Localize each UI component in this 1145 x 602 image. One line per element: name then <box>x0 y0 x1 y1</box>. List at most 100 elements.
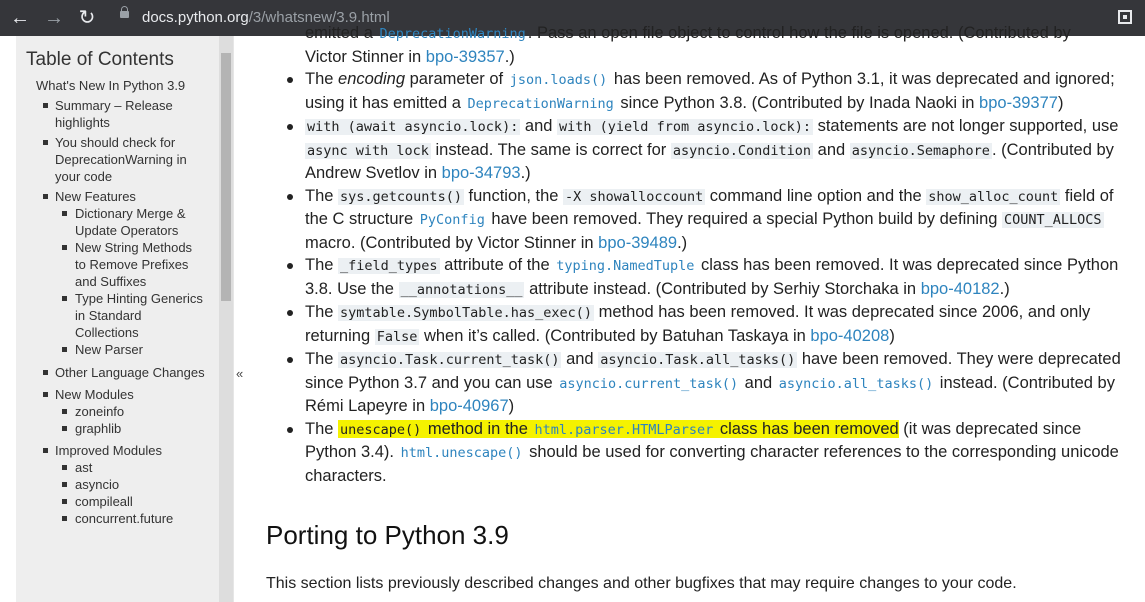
bpo-link[interactable]: bpo-40182 <box>921 280 1000 298</box>
bpo-link[interactable]: bpo-39489 <box>598 234 677 252</box>
inline-code: asyncio.Task.all_tasks() <box>598 352 798 368</box>
toc-subitem[interactable]: New Parser <box>55 341 206 358</box>
bpo-link[interactable]: bpo-40967 <box>430 397 509 415</box>
section-paragraph: This section lists previously described … <box>266 575 1017 592</box>
text-run: The <box>305 419 339 438</box>
inline-code: asyncio.Condition <box>670 142 814 159</box>
text-run: . Pass an open file object to control ho… <box>527 24 1071 42</box>
text-run: attribute instead. (Contributed by Serhi… <box>524 279 921 298</box>
inline-code: with (await asyncio.lock): <box>305 119 521 135</box>
inline-code: _field_types <box>338 258 440 274</box>
text-run: and <box>740 373 777 392</box>
inline-code: asyncio.Task.current_task() <box>338 352 562 368</box>
back-arrow-icon[interactable]: ← <box>8 6 32 30</box>
highlighted-text: unescape() method in the html.parser.HTM… <box>338 419 899 438</box>
text-run: Victor Stinner in <box>305 47 426 66</box>
bpo-link[interactable]: bpo-39357 <box>426 48 505 66</box>
code-link[interactable]: html.parser.HTMLParser <box>532 422 715 438</box>
inline-code: asyncio.Semaphore <box>849 142 992 159</box>
scrollbar-thumb[interactable] <box>221 53 231 301</box>
text-run: .) <box>520 164 531 182</box>
code-link[interactable]: asyncio.current_task() <box>557 376 740 392</box>
bpo-link[interactable]: bpo-40208 <box>810 327 889 345</box>
text-run: ) <box>1057 93 1064 112</box>
inline-code: __annotations__ <box>398 281 525 298</box>
sidebar-scrollbar[interactable] <box>219 36 233 602</box>
inline-code: False <box>374 328 420 345</box>
toc-subitem[interactable]: asyncio <box>55 476 206 493</box>
toc-item[interactable]: Other Language Changes <box>36 364 206 381</box>
inline-code: symtable.SymbolTable.has_exec() <box>338 305 594 321</box>
toc-subitem[interactable]: graphlib <box>55 420 206 437</box>
reload-icon[interactable]: ↻ <box>75 6 99 30</box>
text-run: have been removed. They required a speci… <box>486 210 1003 228</box>
inline-code: show_alloc_count <box>926 188 1061 205</box>
text-run: encoding <box>338 70 406 88</box>
text-run: macro. (Contributed by Victor Stinner in <box>305 233 599 252</box>
toc-subitem[interactable]: ast <box>55 459 206 476</box>
toc-subitem[interactable]: concurrent.future <box>55 510 206 527</box>
toc-item[interactable]: New Features Dictionary Merge & Update O… <box>36 188 206 358</box>
toc-subitem[interactable]: Type Hinting Generics in Standard Collec… <box>55 290 206 341</box>
text-run: attribute of the <box>439 256 555 274</box>
text-run: The <box>305 186 339 205</box>
inline-code: with (yield from asyncio.lock): <box>557 119 813 135</box>
code-link[interactable]: PyConfig <box>418 212 487 228</box>
text-run: function, the <box>463 186 564 205</box>
text-run: emitted a <box>305 24 378 42</box>
toc-subitem[interactable]: New String Methods to Remove Prefixes an… <box>55 239 206 290</box>
code-link[interactable]: typing.NamedTuple <box>554 258 696 274</box>
bpo-link[interactable]: bpo-34793 <box>442 164 521 182</box>
toc-top-link[interactable]: What's New In Python 3.9 <box>36 77 206 94</box>
toc-item[interactable]: New Modules zoneinfo graphlib <box>36 386 206 437</box>
text-run: parameter of <box>405 70 508 88</box>
inline-code: COUNT_ALLOCS <box>1002 212 1104 228</box>
text-run: when it’s called. (Contributed by Batuha… <box>419 326 811 345</box>
code-link[interactable]: html.unescape() <box>399 445 525 461</box>
bpo-link[interactable]: bpo-39377 <box>979 94 1058 112</box>
text-run: The <box>305 303 339 321</box>
toc-item[interactable]: You should check for DeprecationWarning … <box>36 134 206 185</box>
sidebar-collapse-button[interactable]: « <box>233 36 248 602</box>
text-run: The <box>305 70 339 88</box>
text-run: instead. The same is correct for <box>430 140 671 159</box>
toc-title: Table of Contents <box>26 49 174 70</box>
toc-subitem[interactable]: Dictionary Merge & Update Operators <box>55 205 206 239</box>
list-item: The sys.getcounts() function, the -X sho… <box>266 185 1126 255</box>
toc-list: What's New In Python 3.9 Summary – Relea… <box>36 77 206 527</box>
inline-code: unescape() <box>340 421 422 438</box>
collapse-chevron-icon: « <box>236 366 244 381</box>
url-host: docs.python.org <box>142 9 249 26</box>
text-run: .) <box>999 279 1010 298</box>
list-item: The _field_types attribute of the typing… <box>266 254 1126 301</box>
partial-list-item: emitted a DeprecationWarning. Pass an op… <box>266 22 1126 68</box>
text-run: The <box>305 256 339 274</box>
toc-subitem[interactable]: zoneinfo <box>55 403 206 420</box>
text-run: and <box>813 140 850 159</box>
text-run: class has been removed <box>715 419 899 438</box>
inline-code: sys.getcounts() <box>338 188 464 205</box>
toc-item-label: Improved Modules <box>55 443 162 458</box>
toc-sidebar: Table of Contents What's New In Python 3… <box>16 36 233 602</box>
lock-icon[interactable] <box>120 6 129 18</box>
forward-arrow-icon[interactable]: → <box>42 6 66 30</box>
toc-item-label: New Features <box>55 189 136 204</box>
toc-item[interactable]: Improved Modules ast asyncio compileall … <box>36 442 206 527</box>
list-item: with (await asyncio.lock): and with (yie… <box>266 115 1126 185</box>
code-link[interactable]: DeprecationWarning <box>466 96 616 112</box>
text-run: statements are not longer supported, use <box>813 117 1119 135</box>
inline-code: async with lock <box>305 142 431 159</box>
toc-item[interactable]: Summary – Release highlights <box>36 97 206 131</box>
inline-code: -X showalloccount <box>563 188 706 205</box>
text-run: and <box>561 350 599 368</box>
text-run: .) <box>504 47 515 66</box>
list-item: The encoding parameter of json.loads() h… <box>266 68 1126 115</box>
code-link[interactable]: asyncio.all_tasks() <box>777 376 935 392</box>
text-run: method in the <box>423 419 533 438</box>
text-run: ) <box>889 326 895 345</box>
text-run: and <box>520 117 558 135</box>
code-link[interactable]: DeprecationWarning <box>377 26 527 42</box>
toc-subitem[interactable]: compileall <box>55 493 206 510</box>
code-link[interactable]: json.loads() <box>508 72 610 88</box>
text-run: .) <box>677 233 688 252</box>
